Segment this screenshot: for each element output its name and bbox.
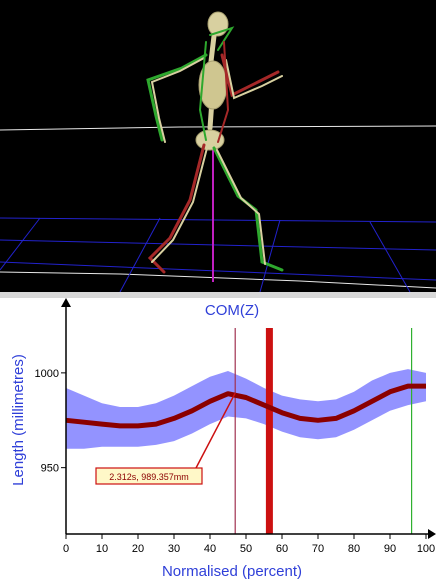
3d-viewport[interactable]: [0, 0, 436, 292]
viewport-scene: [0, 11, 436, 292]
graph-panel[interactable]: 0 10 20 30 40 50 60 70 80 90 100 950 1000 COM(Z) Nor…: [0, 298, 436, 582]
x-tick-label-70: 70: [312, 543, 324, 555]
x-tick-label-10: 10: [96, 543, 108, 555]
y-tick-label-1000: 1000: [35, 368, 59, 380]
floor-grid: [0, 217, 436, 292]
x-tick-label-30: 30: [168, 543, 180, 555]
std-band: [66, 369, 426, 449]
x-tick-label-50: 50: [240, 543, 252, 555]
y-axis-title: Length (millimetres): [10, 354, 27, 486]
x-tick-label-90: 90: [384, 543, 396, 555]
y-tick-label-950: 950: [41, 463, 59, 475]
annotation-text: 2.312s, 989.357mm: [109, 472, 189, 482]
x-axis-title: Normalised (percent): [162, 563, 302, 580]
com-z-chart: 0 10 20 30 40 50 60 70 80 90 100 950 1000 COM(Z) Nor…: [10, 298, 436, 580]
x-tick-label-100: 100: [417, 543, 435, 555]
x-tick-label-60: 60: [276, 543, 288, 555]
x-tick-label-40: 40: [204, 543, 216, 555]
x-tick-label-20: 20: [132, 543, 144, 555]
ground-line-near: [0, 271, 436, 289]
y-axis-arrow-icon: [61, 298, 71, 307]
x-tick-label-80: 80: [348, 543, 360, 555]
x-tick-label-0: 0: [63, 543, 69, 555]
horizon-line: [0, 125, 436, 131]
walking-skeleton-icon: [146, 11, 284, 274]
chart-title: COM(Z): [205, 302, 259, 319]
x-axis-arrow-icon: [428, 529, 436, 539]
